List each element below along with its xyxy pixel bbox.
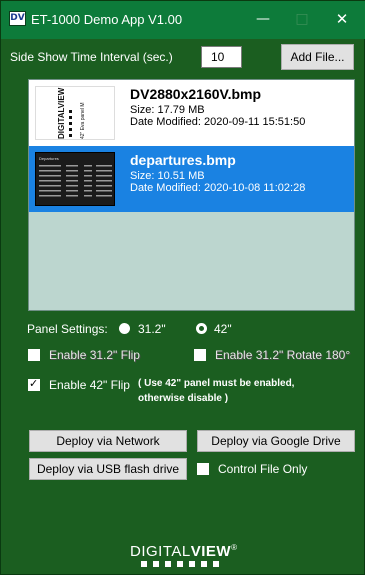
file-list-item-selected[interactable]: Departures departures.bmp Size: 10.51 MB… (29, 146, 354, 212)
app-icon: DV (9, 11, 26, 26)
rotate-312-label: Enable 31.2" Rotate 180° (215, 348, 351, 362)
digitalview-logo: DIGITALVIEW® (1, 543, 365, 567)
flip-312-checkbox[interactable] (28, 349, 40, 361)
thumbnail-title-text: Departures (39, 156, 59, 161)
logo-text-light: DIGITAL (130, 543, 191, 560)
file-thumbnail: DIGITALVIEW 42" Eva panel M (35, 86, 115, 140)
file-thumbnail: Departures (35, 152, 115, 206)
thumbnail-logo-text: DIGITALVIEW (57, 87, 66, 139)
checkmark-icon: ✓ (29, 377, 39, 390)
minimize-button[interactable]: — (246, 7, 280, 31)
file-date-modified: Date Modified: 2020-09-11 15:51:50 (130, 116, 306, 128)
interval-input[interactable]: 10 (201, 46, 242, 68)
file-name: departures.bmp (130, 152, 236, 168)
file-list-item[interactable]: DIGITALVIEW 42" Eva panel M DV2880x2160V… (29, 80, 354, 146)
rotate-312-checkbox[interactable] (194, 349, 206, 361)
panel-42-label: 42" (214, 322, 232, 336)
thumbnail-caption-text: 42" Eva panel M (80, 102, 86, 139)
panel-42-radio[interactable] (196, 323, 207, 334)
flip-312-label: Enable 31.2" Flip (49, 348, 140, 362)
file-size: Size: 10.51 MB (130, 170, 205, 182)
close-button[interactable]: ✕ (325, 7, 359, 31)
deploy-google-drive-button[interactable]: Deploy via Google Drive (197, 430, 355, 452)
file-date-modified: Date Modified: 2020-10-08 11:02:28 (130, 182, 306, 194)
panel-312-label: 31.2" (138, 322, 166, 336)
control-file-only-label: Control File Only (218, 462, 308, 476)
deploy-usb-button[interactable]: Deploy via USB flash drive (29, 458, 187, 480)
flip-42-label: Enable 42" Flip (49, 378, 130, 392)
panel-312-radio[interactable] (119, 323, 130, 334)
window-title: ET-1000 Demo App V1.00 (31, 12, 183, 27)
control-file-only-checkbox[interactable] (197, 463, 209, 475)
flip-42-note: ( Use 42" panel must be enabled, (138, 378, 295, 389)
app-window: DV ET-1000 Demo App V1.00 — □ ✕ Side Sho… (0, 0, 365, 575)
interval-label: Side Show Time Interval (sec.) (10, 50, 173, 64)
maximize-button: □ (295, 11, 309, 27)
file-name: DV2880x2160V.bmp (130, 86, 262, 102)
logo-text-bold: VIEW (190, 543, 232, 560)
file-size: Size: 17.79 MB (130, 104, 205, 116)
add-file-button[interactable]: Add File... (281, 44, 354, 70)
deploy-network-button[interactable]: Deploy via Network (29, 430, 187, 452)
logo-dots-icon (141, 561, 219, 567)
panel-settings-label: Panel Settings: (27, 322, 108, 336)
logo-registered-mark: ® (231, 543, 237, 552)
flip-42-note-cont: otherwise disable ) (138, 393, 229, 404)
flip-42-checkbox[interactable]: ✓ (28, 377, 40, 391)
digitalview-thumbnail-graphic: DIGITALVIEW 42" Eva panel M (57, 87, 86, 139)
title-bar[interactable]: DV ET-1000 Demo App V1.00 — □ ✕ (1, 1, 365, 39)
file-list[interactable]: DIGITALVIEW 42" Eva panel M DV2880x2160V… (28, 79, 355, 311)
departures-thumbnail-graphic: Departures (39, 156, 112, 197)
